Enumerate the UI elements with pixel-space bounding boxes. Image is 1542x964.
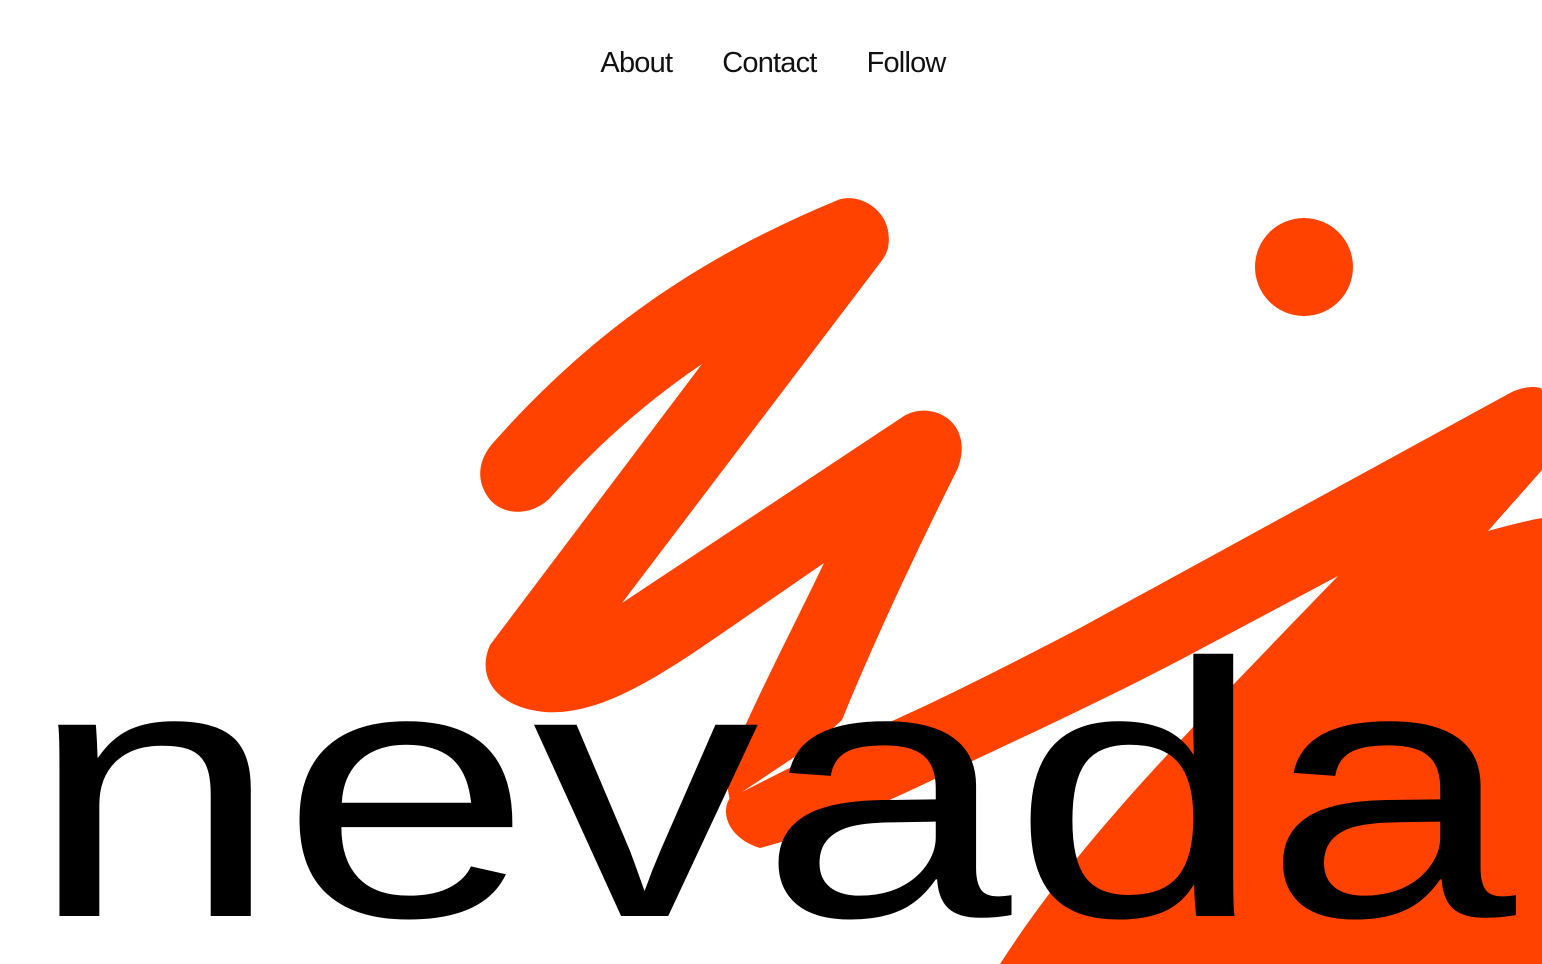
hero-wordmark: nevada <box>28 588 1519 964</box>
nav-link-follow[interactable]: Follow <box>867 44 947 82</box>
wordmark-text: nevada <box>28 588 1519 964</box>
landing-page: About Contact Follow nevada <box>0 0 1542 964</box>
top-navigation: About Contact Follow <box>0 44 1542 82</box>
nav-link-contact[interactable]: Contact <box>722 44 817 82</box>
nav-link-about[interactable]: About <box>600 44 673 82</box>
